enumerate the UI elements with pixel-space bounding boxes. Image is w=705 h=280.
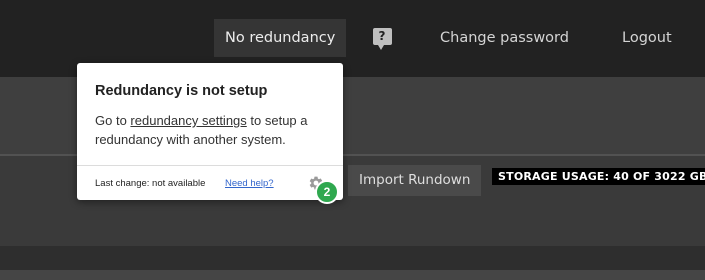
step-number-badge: 2 [315, 180, 339, 204]
storage-usage-badge: STORAGE USAGE: 40 OF 3022 GB [492, 168, 705, 185]
popover-divider [77, 165, 343, 166]
content-band-floor [0, 270, 705, 280]
import-rundown-button[interactable]: Import Rundown [348, 165, 482, 196]
help-button[interactable]: ? [365, 19, 399, 57]
last-change-text: Last change: not available [95, 178, 206, 189]
need-help-link[interactable]: Need help? [225, 178, 274, 189]
redundancy-popover: Redundancy is not setup Go to redundancy… [77, 63, 343, 200]
content-band-bottom [0, 246, 705, 270]
logout-link[interactable]: Logout [611, 19, 683, 57]
redundancy-status-button[interactable]: No redundancy [214, 19, 347, 57]
popover-body: Go to redundancy settings to setup a red… [95, 111, 335, 149]
redundancy-settings-link[interactable]: redundancy settings [130, 113, 246, 128]
change-password-link[interactable]: Change password [429, 19, 580, 57]
popover-body-prefix: Go to [95, 113, 127, 128]
popover-title: Redundancy is not setup [95, 83, 268, 99]
help-icon: ? [372, 28, 392, 50]
